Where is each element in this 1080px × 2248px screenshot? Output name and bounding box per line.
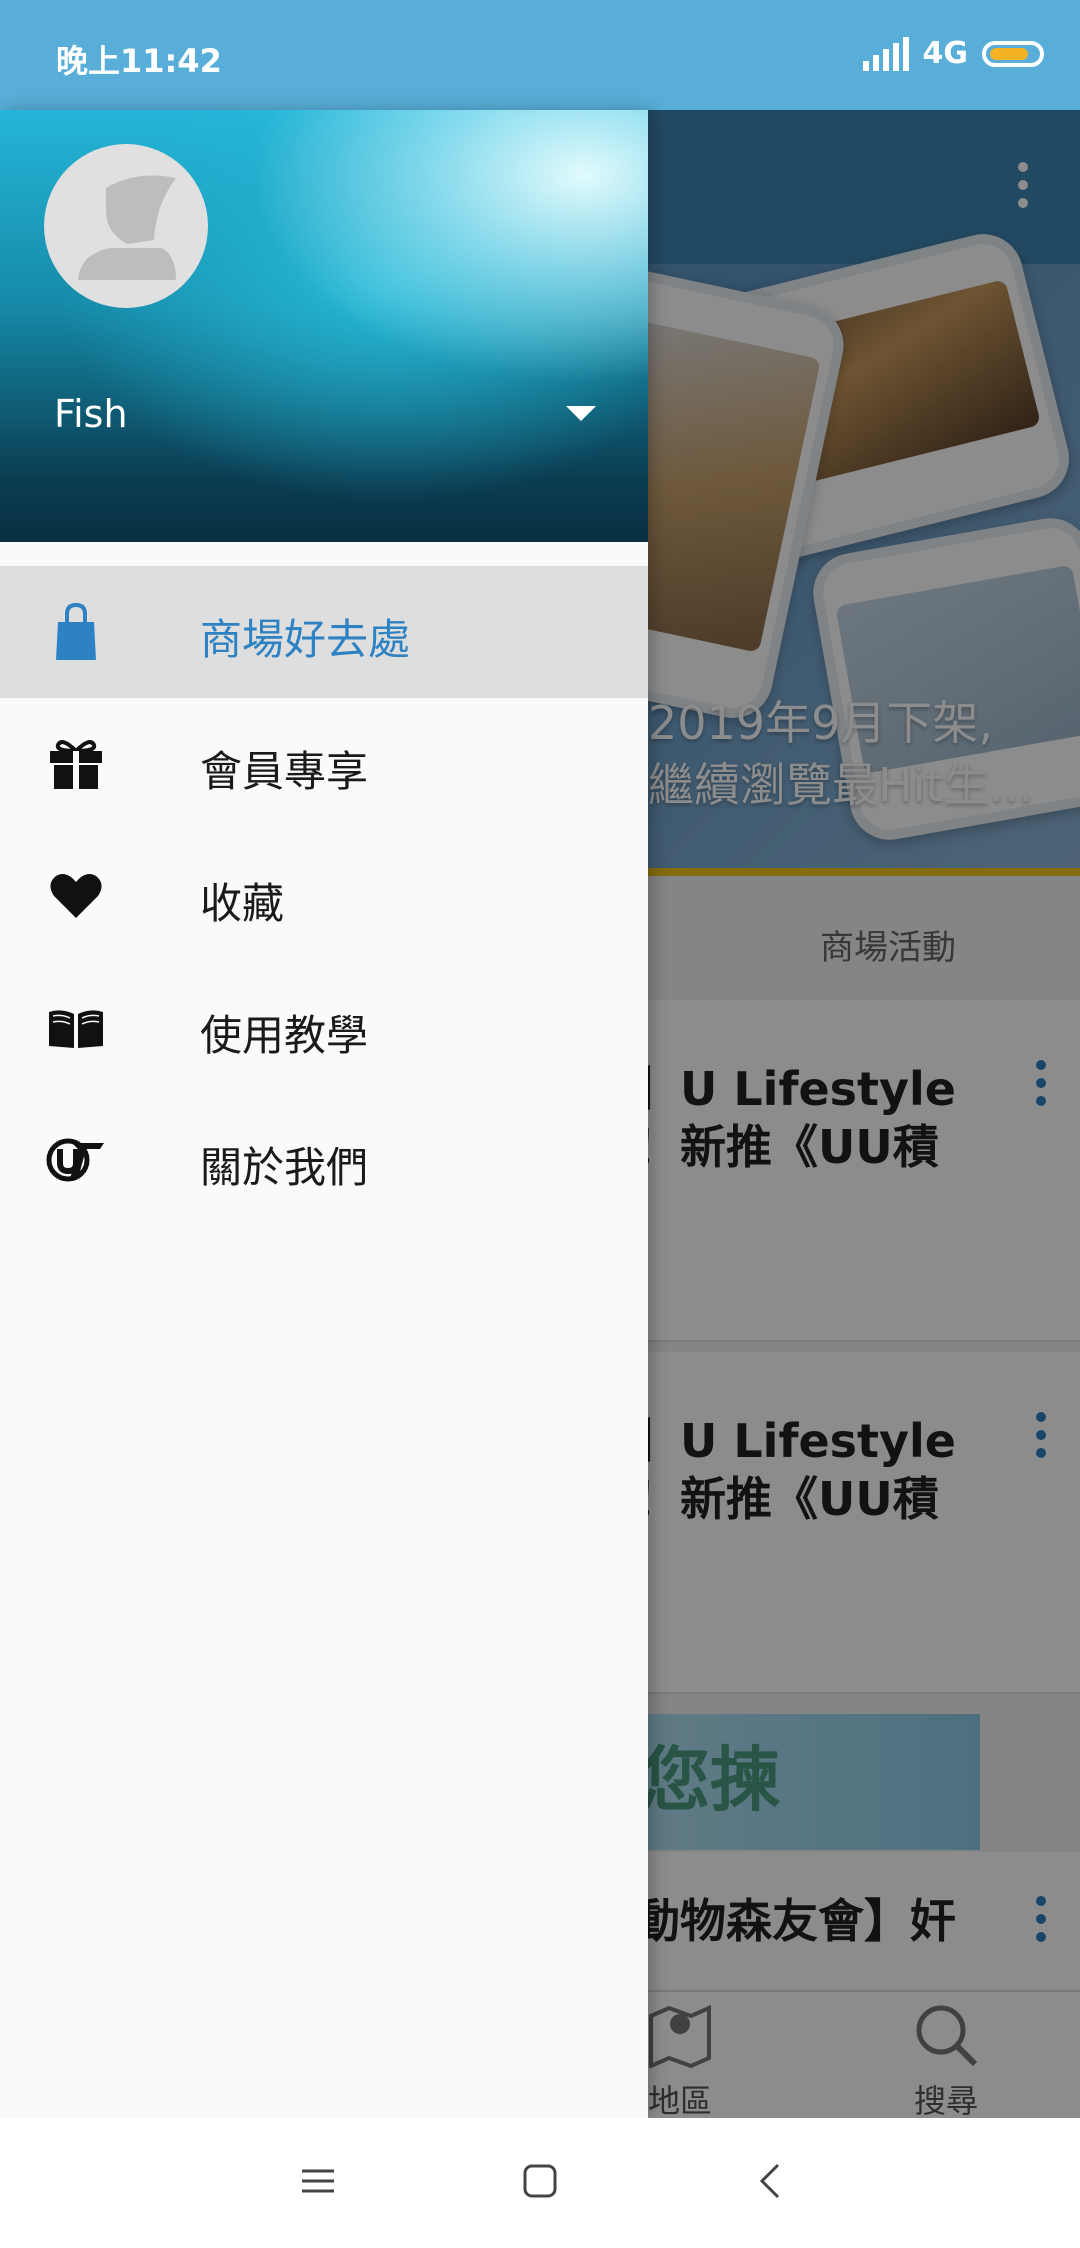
- heart-icon: [44, 866, 108, 926]
- signal-icon: [862, 36, 909, 71]
- drawer-header: Fish: [0, 110, 648, 542]
- user-silhouette-icon: [78, 175, 176, 280]
- status-bar: 晚上11:42 4G: [0, 0, 1080, 110]
- drawer-item-label: 使用教學: [200, 1011, 369, 1060]
- drawer-item-label: 收藏: [200, 879, 285, 928]
- system-navigation-bar: [0, 2118, 1080, 2248]
- u-logo-icon: [44, 1130, 108, 1190]
- battery-icon: [982, 40, 1044, 67]
- status-icons: 4G: [862, 36, 1044, 71]
- gift-icon: [44, 734, 108, 794]
- status-time: 晚上11:42: [56, 42, 222, 80]
- home-icon[interactable]: [522, 2163, 558, 2203]
- back-icon[interactable]: [752, 2163, 788, 2203]
- drawer-item-favourites[interactable]: 收藏: [0, 830, 648, 962]
- book-icon: [44, 998, 108, 1058]
- menu-icon[interactable]: [300, 2163, 336, 2203]
- drawer-item-malls[interactable]: 商場好去處: [0, 566, 648, 698]
- drawer-item-about[interactable]: 關於我們: [0, 1094, 648, 1226]
- drawer-item-label: 會員專享: [200, 747, 369, 796]
- navigation-drawer: Fish 商場好去處 會員專享 收藏 使用教學 關於我們: [0, 110, 648, 2118]
- shopping-bag-icon: [44, 602, 108, 662]
- drawer-item-label: 商場好去處: [200, 615, 411, 664]
- drawer-item-label: 關於我們: [200, 1143, 369, 1192]
- chevron-down-icon[interactable]: [566, 406, 596, 421]
- avatar[interactable]: [44, 144, 208, 308]
- network-type: 4G: [922, 36, 969, 71]
- username: Fish: [54, 392, 128, 436]
- drawer-item-tutorial[interactable]: 使用教學: [0, 962, 648, 1094]
- drawer-item-member[interactable]: 會員專享: [0, 698, 648, 830]
